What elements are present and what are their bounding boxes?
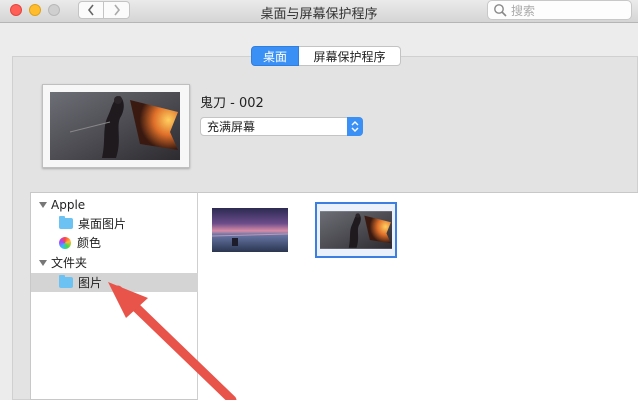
red-arrow-annotation [108,282,237,400]
